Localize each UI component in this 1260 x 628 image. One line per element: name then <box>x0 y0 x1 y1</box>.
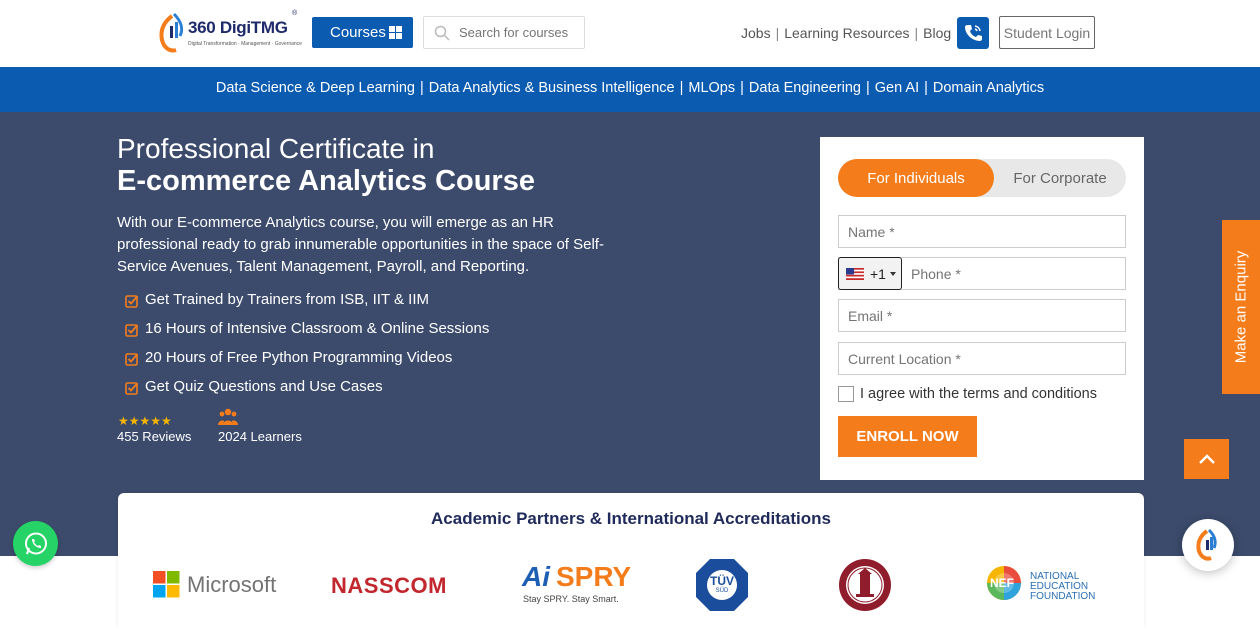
hero-description: With our E-commerce Analytics course, yo… <box>117 214 604 275</box>
phone-field-group: +1 <box>838 257 1126 290</box>
feature-text: Get Quiz Questions and Use Cases <box>145 378 383 395</box>
checkbox-check-icon <box>125 382 139 395</box>
phone-icon <box>965 25 982 41</box>
terms-agreement: I agree with the terms and conditions <box>838 386 1097 402</box>
feature-text: 16 Hours of Intensive Classroom & Online… <box>145 320 490 337</box>
aispry-spry: SPRY <box>556 561 632 592</box>
microsoft-wordmark: Microsoft <box>187 572 277 597</box>
separator: | <box>679 80 684 96</box>
aispry-ai: Ai <box>522 561 550 592</box>
nav-item-data-science[interactable]: Data Science & Deep Learning <box>216 80 415 96</box>
link-blog[interactable]: Blog <box>923 25 951 41</box>
nasscom-wordmark: NASSCOM <box>331 573 447 598</box>
phone-field[interactable] <box>911 258 1121 289</box>
courses-button[interactable]: Courses <box>312 17 413 48</box>
nav-item-data-engineering[interactable]: Data Engineering <box>749 80 861 96</box>
whatsapp-icon <box>24 532 47 554</box>
chatbot-button[interactable] <box>1182 519 1234 571</box>
student-login-button[interactable]: Student Login <box>999 16 1095 49</box>
category-nav-items: Data Science & Deep Learning | Data Analyt… <box>0 80 1260 96</box>
brand-registered: ® <box>292 10 298 17</box>
feature-list: Get Trained by Trainers from ISB, IIT & … <box>125 291 489 407</box>
university-seal-icon <box>839 559 891 611</box>
rating-stars-icon: ★★★★★ <box>118 414 172 428</box>
nav-item-gen-ai[interactable]: Gen AI <box>875 80 919 96</box>
terms-checkbox[interactable] <box>838 386 854 402</box>
nav-item-domain-analytics[interactable]: Domain Analytics <box>933 80 1044 96</box>
reviews-count: 455 Reviews <box>117 429 192 444</box>
microsoft-logo: Microsoft <box>153 571 283 601</box>
terms-label: I agree with the terms and conditions <box>860 386 1097 402</box>
separator: | <box>420 80 424 96</box>
chatbot-logo-icon <box>1196 528 1217 561</box>
feature-item: 16 Hours of Intensive Classroom & Online… <box>125 320 489 349</box>
us-flag-icon <box>846 267 864 280</box>
brand-tagline: Digital Transformation · Management · Go… <box>188 41 302 47</box>
checkbox-check-icon <box>125 324 139 337</box>
feature-item: 20 Hours of Free Python Programming Vide… <box>125 349 489 378</box>
link-jobs[interactable]: Jobs <box>741 25 771 41</box>
partners-section: Academic Partners & International Accred… <box>118 493 1144 628</box>
brand-logo[interactable]: 360 DigiTMG ® Digital Transformation · M… <box>158 10 308 56</box>
chevron-down-icon <box>889 271 896 276</box>
tuv-subtext: SÜD <box>715 588 729 594</box>
feature-text: Get Trained by Trainers from ISB, IIT & … <box>145 291 429 308</box>
separator: | <box>775 25 780 41</box>
logo-mark-icon <box>159 12 184 53</box>
search-icon <box>434 25 450 41</box>
country-code-select[interactable]: +1 <box>838 257 902 290</box>
make-enquiry-tab[interactable]: Make an Enquiry <box>1222 220 1260 394</box>
nav-item-data-analytics[interactable]: Data Analytics & Business Intelligence <box>429 80 675 96</box>
top-header: 360 DigiTMG ® Digital Transformation · M… <box>0 0 1260 67</box>
country-code-value: +1 <box>870 265 886 282</box>
microsoft-squares-icon <box>153 571 180 598</box>
chevron-up-icon <box>1198 454 1215 464</box>
enquiry-label: Make an Enquiry <box>1232 250 1250 364</box>
partners-heading: Academic Partners & International Accred… <box>431 509 831 528</box>
nef-abbrev: NEF <box>990 576 1014 590</box>
nav-item-mlops[interactable]: MLOps <box>688 80 735 96</box>
tuv-logo: TÜV SÜD <box>694 557 750 613</box>
university-seal-logo <box>838 558 892 612</box>
checkbox-check-icon <box>125 295 139 308</box>
link-learning-resources[interactable]: Learning Resources <box>784 25 909 41</box>
feature-text: 20 Hours of Free Python Programming Vide… <box>145 349 453 366</box>
separator: | <box>865 80 870 96</box>
tab-individuals[interactable]: For Individuals <box>838 159 994 197</box>
nef-line3: FOUNDATION <box>1030 591 1096 602</box>
learners-count: 2024 Learners <box>218 429 302 444</box>
name-field[interactable] <box>838 215 1126 248</box>
call-button[interactable] <box>957 17 989 49</box>
enroll-now-button[interactable]: ENROLL NOW <box>838 416 977 457</box>
aispry-tagline: Stay SPRY. Stay Smart. <box>523 594 619 604</box>
hero-title-line1: Professional Certificate in <box>117 133 435 164</box>
email-field[interactable] <box>838 299 1126 332</box>
whatsapp-button[interactable] <box>13 521 58 566</box>
hero-title-line2: E-commerce Analytics Course <box>117 165 535 197</box>
separator: | <box>924 80 928 96</box>
feature-item: Get Quiz Questions and Use Cases <box>125 378 489 407</box>
aispry-logo: Ai SPRY Stay SPRY. Stay Smart. <box>522 561 637 605</box>
checkbox-check-icon <box>125 353 139 366</box>
top-links: Jobs | Learning Resources | Blog <box>741 25 951 41</box>
back-to-top-button[interactable] <box>1184 439 1229 479</box>
courses-label: Courses <box>330 24 386 41</box>
grid-icon <box>389 26 402 39</box>
tuv-text: TÜV <box>710 574 734 588</box>
learners-group-icon <box>218 408 238 425</box>
search-box[interactable] <box>423 16 585 49</box>
separator: | <box>914 25 919 41</box>
nasscom-logo: NASSCOM <box>331 573 461 601</box>
tab-corporate[interactable]: For Corporate <box>994 159 1126 197</box>
feature-item: Get Trained by Trainers from ISB, IIT & … <box>125 291 489 320</box>
brand-name: 360 DigiTMG <box>188 18 288 37</box>
separator: | <box>740 80 744 96</box>
search-input[interactable] <box>459 17 579 48</box>
audience-toggle: For Individuals For Corporate <box>838 159 1126 197</box>
nef-logo: NEF NATIONAL EDUCATION FOUNDATION <box>986 565 1106 605</box>
enroll-form: For Individuals For Corporate +1 I agree… <box>820 137 1144 480</box>
location-field[interactable] <box>838 342 1126 375</box>
category-nav: Data Science & Deep Learning | Data Analyt… <box>0 67 1260 112</box>
